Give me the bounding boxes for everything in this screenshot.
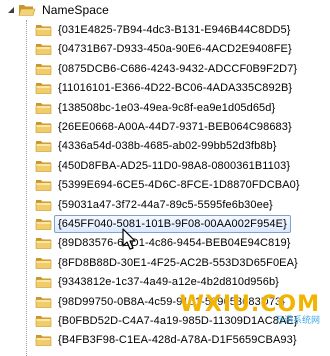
tree-item-label: {0875DCB6-C686-4243-9432-ADCCF0B9F2D7} bbox=[58, 63, 298, 75]
tree-item-label: {26EE0668-A00A-44D7-9371-BEB064C98683} bbox=[58, 121, 292, 133]
tree-item-label: {450D8FBA-AD25-11D0-98A8-0800361B1103} bbox=[58, 160, 291, 172]
tree-item-label: {8FD8B88D-30E1-4F25-AC2B-553D3D65F0EA} bbox=[58, 257, 298, 269]
tree-item-label: {4336a54d-038b-4685-ab02-99bb52d3fb8b} bbox=[58, 140, 277, 152]
tree-item-label: {B0FBD52D-C4A7-4a19-985D-11309D1AC8AE} bbox=[58, 315, 298, 327]
closed-folder-icon bbox=[35, 25, 52, 36]
tree-connector-line bbox=[26, 20, 27, 356]
closed-folder-icon bbox=[35, 297, 52, 308]
tree-item-label: {645FF040-5081-101B-9F08-00AA002F954E} bbox=[54, 215, 291, 233]
closed-folder-icon bbox=[35, 219, 52, 230]
tree-item-label: {B4FB3F98-C1EA-428d-A78A-D1F5659CBA93} bbox=[58, 334, 297, 346]
tree-item-label: {9343812e-1c37-4a49-a12e-4b2d810d956b} bbox=[58, 276, 279, 288]
tree-item-label: {04731B67-D933-450a-90E6-4ACD2E9408FE} bbox=[58, 43, 292, 55]
open-folder-icon bbox=[18, 5, 36, 16]
tree-item-label: {89D83576-6BD1-4c86-9454-BEB04E94C819} bbox=[58, 237, 291, 249]
tree-item-label: {98D99750-0B8A-4c59-9151-589053683D73} bbox=[58, 296, 286, 308]
tree-item-label: {138508bc-1e03-49ea-9c8f-ea9e1d05d65d} bbox=[58, 102, 276, 114]
collapse-triangle-icon[interactable] bbox=[6, 5, 16, 15]
tree-item-label: {031E4825-7B94-4dc3-B131-E946B44C8DD5} bbox=[58, 24, 291, 36]
closed-folder-icon bbox=[35, 122, 52, 133]
tree-item-label: {59031a47-3f72-44a7-89c5-5595fe6b30ee} bbox=[58, 199, 273, 211]
closed-folder-icon bbox=[35, 258, 52, 269]
mouse-pointer-icon bbox=[122, 228, 136, 250]
closed-folder-icon bbox=[35, 238, 52, 249]
closed-folder-icon bbox=[35, 277, 52, 288]
registry-tree: NameSpace {031E4825-7B94-4dc3-B131-E946B… bbox=[0, 0, 330, 356]
closed-folder-icon bbox=[35, 103, 52, 114]
closed-folder-icon bbox=[35, 141, 52, 152]
closed-folder-icon bbox=[35, 200, 52, 211]
closed-folder-icon bbox=[35, 316, 52, 327]
closed-folder-icon bbox=[35, 335, 52, 346]
closed-folder-icon bbox=[35, 83, 52, 94]
tree-item-label: {11016101-E366-4D22-BC06-4ADA335C892B} bbox=[58, 82, 293, 94]
tree-root-label: NameSpace bbox=[42, 3, 109, 17]
closed-folder-icon bbox=[35, 64, 52, 75]
tree-item-label: {5399E694-6CE5-4D6C-8FCE-1D8870FDCBA0} bbox=[58, 179, 300, 191]
closed-folder-icon bbox=[35, 44, 52, 55]
closed-folder-icon bbox=[35, 180, 52, 191]
closed-folder-icon bbox=[35, 161, 52, 172]
